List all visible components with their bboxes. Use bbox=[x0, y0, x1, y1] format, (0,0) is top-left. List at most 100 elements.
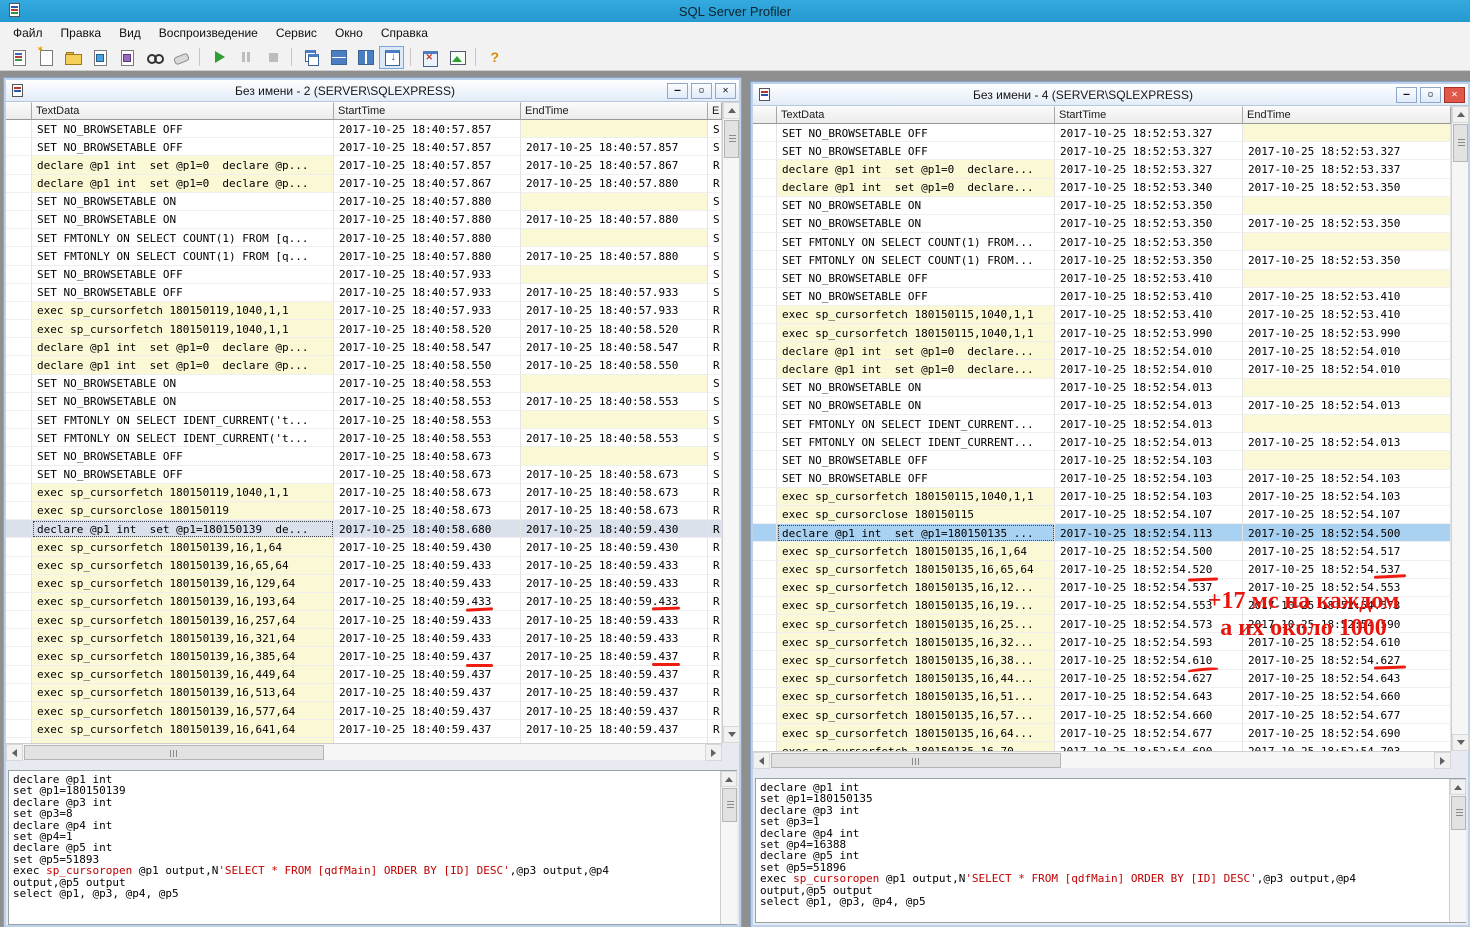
column-header-endtime[interactable]: EndTime bbox=[521, 102, 708, 120]
trace-row[interactable]: declare @p1 int set @p1=0 declare @p...2… bbox=[6, 175, 722, 193]
trace-row[interactable]: SET FMTONLY ON SELECT IDENT_CURRENT...20… bbox=[753, 433, 1451, 451]
minimize-button[interactable]: – bbox=[667, 83, 688, 99]
sql-pane-scrollbar[interactable] bbox=[1449, 779, 1466, 922]
properties-button[interactable] bbox=[114, 46, 139, 69]
help-button[interactable] bbox=[482, 46, 507, 69]
column-header-eventclass[interactable]: E bbox=[708, 102, 722, 120]
scrollbar-thumb[interactable] bbox=[1453, 124, 1468, 162]
trace-row[interactable]: exec sp_cursorfetch 180150119,1040,1,120… bbox=[6, 320, 722, 338]
trace-row[interactable]: SET NO_BROWSETABLE OFF2017-10-25 18:40:5… bbox=[6, 447, 722, 465]
maximize-button[interactable]: ▫ bbox=[1420, 87, 1441, 103]
trace-row[interactable]: exec sp_cursorfetch 180150135,16,65,6420… bbox=[753, 561, 1451, 579]
menu-воспроизведение[interactable]: Воспроизведение bbox=[150, 22, 267, 44]
column-header-starttime[interactable]: StartTime bbox=[1055, 106, 1243, 124]
scroll-left-button[interactable] bbox=[6, 744, 23, 761]
scroll-up-button[interactable] bbox=[723, 102, 740, 119]
trace-row[interactable]: SET NO_BROWSETABLE OFF2017-10-25 18:52:5… bbox=[753, 451, 1451, 469]
trace-row[interactable]: exec sp_cursorfetch 180150139,16,385,642… bbox=[6, 647, 722, 665]
trace-row[interactable]: declare @p1 int set @p1=180150139 de...2… bbox=[6, 520, 722, 538]
trace-row[interactable]: exec sp_cursorfetch 180150139,16,641,642… bbox=[6, 720, 722, 738]
close-button[interactable]: ✕ bbox=[715, 83, 736, 99]
trace-row[interactable]: exec sp_cursorfetch 180150139,16,65,6420… bbox=[6, 557, 722, 575]
trace-row[interactable]: declare @p1 int set @p1=180150135 ...201… bbox=[753, 524, 1451, 542]
scrollbar-thumb[interactable] bbox=[771, 753, 1061, 768]
new-trace-button[interactable] bbox=[6, 46, 31, 69]
trace-row[interactable]: SET NO_BROWSETABLE ON2017-10-25 18:52:53… bbox=[753, 215, 1451, 233]
trace-row[interactable]: SET NO_BROWSETABLE ON2017-10-25 18:40:58… bbox=[6, 393, 722, 411]
trace-row[interactable]: declare @p1 int set @p1=0 declare...2017… bbox=[753, 342, 1451, 360]
pause-button[interactable] bbox=[233, 46, 258, 69]
play-button[interactable] bbox=[206, 46, 231, 69]
vertical-scrollbar[interactable] bbox=[722, 102, 739, 743]
trace-row[interactable]: exec sp_cursorclose 1801501192017-10-25 … bbox=[6, 502, 722, 520]
scrollbar-thumb[interactable] bbox=[1451, 796, 1466, 830]
trace-row[interactable]: exec sp_cursorfetch 180150139,16,577,642… bbox=[6, 702, 722, 720]
save-trace-button[interactable] bbox=[87, 46, 112, 69]
trace-row[interactable]: declare @p1 int set @p1=0 declare...2017… bbox=[753, 160, 1451, 178]
trace-row[interactable]: exec sp_cursorfetch 180150115,1040,1,120… bbox=[753, 306, 1451, 324]
trace-row[interactable]: exec sp_cursorfetch 180150139,16,321,642… bbox=[6, 629, 722, 647]
trace-row[interactable]: exec sp_cursorfetch 180150119,1040,1,120… bbox=[6, 484, 722, 502]
close-button[interactable]: ✕ bbox=[1444, 87, 1465, 103]
sql-pane-scrollbar[interactable] bbox=[720, 771, 737, 924]
stop-button[interactable] bbox=[260, 46, 285, 69]
trace-row[interactable]: declare @p1 int set @p1=0 declare...2017… bbox=[753, 360, 1451, 378]
column-header-textdata[interactable]: TextData bbox=[777, 106, 1055, 124]
chart-button[interactable] bbox=[444, 46, 469, 69]
scroll-down-button[interactable] bbox=[1452, 734, 1469, 751]
trace-row[interactable]: exec sp_cursorfetch 180150115,1040,1,120… bbox=[753, 324, 1451, 342]
scrollbar-thumb[interactable] bbox=[724, 120, 739, 158]
tile-h-button[interactable] bbox=[325, 46, 350, 69]
trace-row[interactable]: exec sp_cursorfetch 180150139,16,129,642… bbox=[6, 575, 722, 593]
trace-row[interactable]: SET NO_BROWSETABLE OFF2017-10-25 18:40:5… bbox=[6, 466, 722, 484]
trace-row[interactable]: exec sp_cursorfetch 180150135,16,38...20… bbox=[753, 651, 1451, 669]
maximize-button[interactable]: ▫ bbox=[691, 83, 712, 99]
scroll-down-button[interactable] bbox=[723, 726, 740, 743]
trace-row[interactable]: declare @p1 int set @p1=0 declare...2017… bbox=[753, 179, 1451, 197]
trace-row[interactable]: exec sp_cursorfetch 180150139,16,193,642… bbox=[6, 593, 722, 611]
trace-row[interactable]: exec sp_cursorfetch 180150119,1040,1,120… bbox=[6, 302, 722, 320]
trace-row[interactable]: SET NO_BROWSETABLE ON2017-10-25 18:40:58… bbox=[6, 375, 722, 393]
trace-row[interactable]: SET NO_BROWSETABLE ON2017-10-25 18:52:54… bbox=[753, 397, 1451, 415]
trace-row[interactable]: declare @p1 int set @p1=0 declare @p...2… bbox=[6, 338, 722, 356]
trace-row[interactable]: SET NO_BROWSETABLE OFF2017-10-25 18:40:5… bbox=[6, 266, 722, 284]
trace-row[interactable]: exec sp_cursorfetch 180150135,16,57...20… bbox=[753, 706, 1451, 724]
trace-row[interactable]: exec sp_cursorfetch 180150139,16,1,64201… bbox=[6, 538, 722, 556]
scroll-up-button[interactable] bbox=[721, 771, 737, 787]
column-header-rownum[interactable] bbox=[753, 106, 777, 124]
trace-row[interactable]: SET NO_BROWSETABLE ON2017-10-25 18:52:54… bbox=[753, 379, 1451, 397]
scroll-right-button[interactable] bbox=[705, 744, 722, 761]
cascade-button[interactable] bbox=[298, 46, 323, 69]
trace-row[interactable]: SET FMTONLY ON SELECT COUNT(1) FROM [q..… bbox=[6, 229, 722, 247]
column-header-textdata[interactable]: TextData bbox=[32, 102, 334, 120]
tile-v-button[interactable] bbox=[352, 46, 377, 69]
trace-window-4-titlebar[interactable]: Без имени - 4 (SERVER\SQLEXPRESS) – ▫ ✕ bbox=[753, 84, 1468, 106]
vertical-scrollbar[interactable] bbox=[1451, 106, 1468, 751]
trace-row[interactable]: SET NO_BROWSETABLE ON2017-10-25 18:40:57… bbox=[6, 211, 722, 229]
trace-row[interactable]: SET FMTONLY ON SELECT IDENT_CURRENT...20… bbox=[753, 415, 1451, 433]
options-button[interactable] bbox=[417, 46, 442, 69]
menu-сервис[interactable]: Сервис bbox=[267, 22, 326, 44]
horizontal-scrollbar[interactable] bbox=[753, 751, 1451, 768]
trace-row[interactable]: SET FMTONLY ON SELECT COUNT(1) FROM [q..… bbox=[6, 247, 722, 265]
open-trace-button[interactable] bbox=[60, 46, 85, 69]
trace-row[interactable]: exec sp_cursorfetch 180150135,16,70...20… bbox=[753, 742, 1451, 751]
trace-row[interactable]: exec sp_cursorfetch 180150139,16,513,642… bbox=[6, 684, 722, 702]
trace-row[interactable]: exec sp_cursorclose 1801501152017-10-25 … bbox=[753, 506, 1451, 524]
trace-row[interactable]: declare @p1 int set @p1=0 declare @p...2… bbox=[6, 356, 722, 374]
menu-вид[interactable]: Вид bbox=[110, 22, 150, 44]
trace-row[interactable]: SET NO_BROWSETABLE OFF2017-10-25 18:40:5… bbox=[6, 138, 722, 156]
scroll-left-button[interactable] bbox=[753, 752, 770, 769]
minimize-button[interactable]: – bbox=[1396, 87, 1417, 103]
trace-row[interactable]: SET NO_BROWSETABLE OFF2017-10-25 18:52:5… bbox=[753, 124, 1451, 142]
trace-row[interactable]: exec sp_cursorfetch 180150139,16,449,642… bbox=[6, 666, 722, 684]
column-header-starttime[interactable]: StartTime bbox=[334, 102, 521, 120]
trace-row[interactable]: SET NO_BROWSETABLE ON2017-10-25 18:40:57… bbox=[6, 193, 722, 211]
eraser-button[interactable] bbox=[168, 46, 193, 69]
menu-правка[interactable]: Правка bbox=[52, 22, 111, 44]
trace-row[interactable]: SET FMTONLY ON SELECT COUNT(1) FROM...20… bbox=[753, 251, 1451, 269]
column-header-rownum[interactable] bbox=[6, 102, 32, 120]
trace-row[interactable]: SET NO_BROWSETABLE OFF2017-10-25 18:52:5… bbox=[753, 470, 1451, 488]
trace-row[interactable]: SET NO_BROWSETABLE OFF2017-10-25 18:52:5… bbox=[753, 270, 1451, 288]
column-header-endtime[interactable]: EndTime bbox=[1243, 106, 1451, 124]
